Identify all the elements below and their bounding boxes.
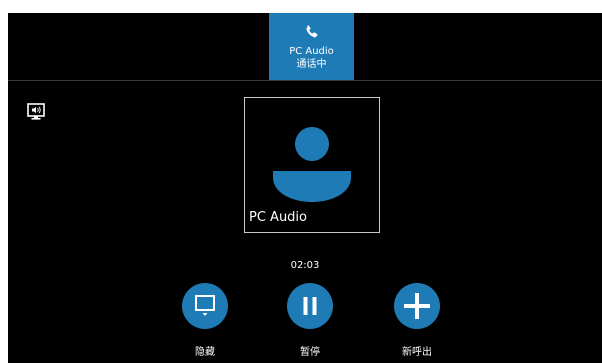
pause-button-label: 暂停	[300, 347, 320, 358]
avatar-icon	[273, 127, 351, 202]
call-tab-name: PC Audio	[289, 46, 334, 57]
call-tab-bar: PC Audio 通话中	[8, 13, 602, 81]
pause-icon	[303, 297, 317, 315]
pause-button[interactable]: 暂停	[280, 283, 340, 361]
screen-hide-icon	[195, 295, 215, 316]
hide-button[interactable]: 隐藏	[175, 283, 235, 361]
pc-audio-tab[interactable]: PC Audio 通话中	[269, 13, 354, 80]
call-window: PC Audio 通话中 PC Audio 02:03 隐藏 暂停 新呼出	[8, 13, 602, 363]
screen: PC Audio 通话中 PC Audio 02:03 隐藏 暂停 新呼出	[0, 0, 602, 363]
pause-button-circle[interactable]	[287, 283, 333, 329]
plus-icon	[404, 293, 430, 319]
call-timer: 02:03	[290, 260, 320, 271]
hide-button-circle[interactable]	[182, 283, 228, 329]
call-tab-status: 通话中	[296, 59, 327, 70]
new-call-button-circle[interactable]	[394, 283, 440, 329]
hide-button-label: 隐藏	[195, 347, 215, 358]
speaker-monitor-icon[interactable]	[27, 103, 45, 121]
participant-name: PC Audio	[249, 210, 307, 225]
participant-card: PC Audio	[244, 97, 380, 233]
new-call-button[interactable]: 新呼出	[387, 283, 447, 361]
new-call-button-label: 新呼出	[402, 347, 432, 358]
phone-icon	[306, 25, 318, 38]
